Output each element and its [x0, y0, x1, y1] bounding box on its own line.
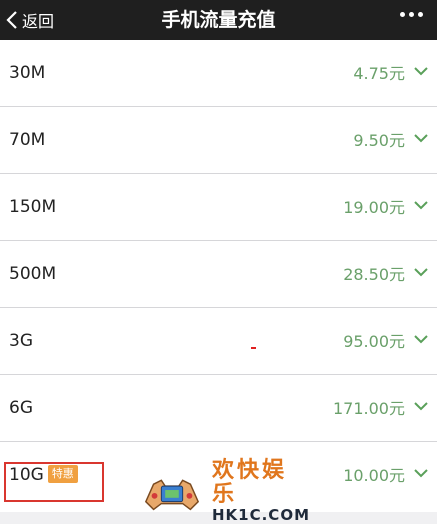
chevron-down-icon [414, 201, 428, 210]
watermark-title: 欢快娱乐 [211, 457, 287, 507]
plan-size: 150M [9, 197, 57, 217]
watermark-url: HK1C.COM [211, 505, 310, 524]
chevron-down-icon [414, 402, 428, 411]
page-title: 手机流量充值 [161, 9, 276, 31]
chevron-down-icon [414, 134, 428, 143]
watermark: 欢快娱乐 HK1C.COM [140, 458, 310, 523]
plan-price: 171.00元 [333, 399, 405, 418]
more-dots-icon [400, 12, 405, 17]
watermark-text: 欢快娱乐 HK1C.COM [211, 457, 310, 524]
navigation-bar: 返回 手机流量充值 [0, 0, 437, 40]
plan-size: 3G [9, 331, 33, 351]
chevron-down-icon [414, 67, 428, 76]
red-mark [251, 347, 256, 349]
plan-row-500m[interactable]: 500M 28.50元 [0, 241, 437, 308]
plan-price: 9.50元 [353, 131, 405, 150]
more-button[interactable] [400, 12, 423, 17]
chevron-down-icon [414, 268, 428, 277]
game-controller-icon [144, 479, 200, 511]
plan-row-150m[interactable]: 150M 19.00元 [0, 174, 437, 241]
plan-size: 10G 特惠 [9, 442, 78, 509]
promo-badge: 特惠 [47, 465, 78, 483]
plan-size: 6G [9, 398, 33, 418]
plan-row-6g[interactable]: 6G 171.00元 [0, 375, 437, 442]
plan-row-3g[interactable]: 3G 95.00元 [0, 308, 437, 375]
chevron-down-icon [414, 335, 428, 344]
plan-price: 19.00元 [343, 198, 405, 217]
plan-size: 70M [9, 130, 46, 150]
plan-price: 95.00元 [343, 332, 405, 351]
plan-price: 10.00元 [343, 466, 405, 485]
chevron-down-icon [414, 469, 428, 478]
plan-row-30m[interactable]: 30M 4.75元 [0, 40, 437, 107]
plan-row-70m[interactable]: 70M 9.50元 [0, 107, 437, 174]
plan-price: 4.75元 [353, 64, 405, 83]
plan-list: 30M 4.75元 70M 9.50元 150M 19.00元 500M 28.… [0, 40, 437, 512]
plan-size: 500M [9, 264, 57, 284]
plan-price: 28.50元 [343, 265, 405, 284]
plan-size-label: 10G [9, 465, 44, 485]
plan-size: 30M [9, 63, 46, 83]
